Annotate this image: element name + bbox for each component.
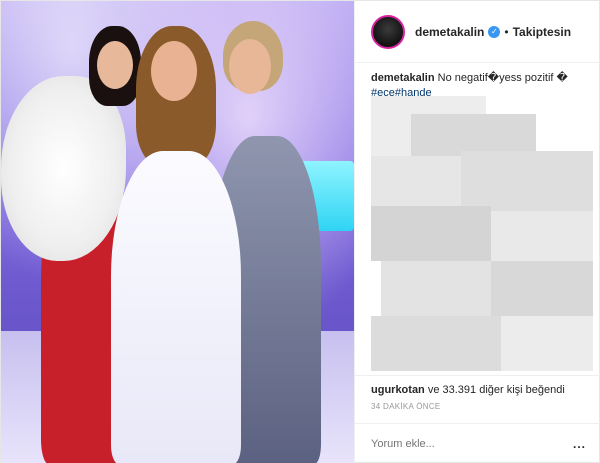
- avatar[interactable]: [371, 14, 405, 49]
- blur-block: [501, 316, 593, 371]
- photo-person-right-face: [229, 39, 271, 94]
- photo-person-center-dress: [111, 151, 241, 463]
- comment-form: ...: [355, 423, 600, 463]
- blur-block: [461, 151, 593, 211]
- post-timestamp: 34 DAKİKA ÖNCE: [371, 402, 441, 411]
- blur-block: [491, 261, 593, 316]
- header-username[interactable]: demetakalin: [415, 25, 484, 39]
- verified-badge-icon: ✓: [488, 25, 501, 38]
- post-photo[interactable]: [1, 1, 354, 463]
- photo-person-left-face: [97, 41, 133, 89]
- likes-username[interactable]: ugurkotan: [371, 384, 425, 396]
- blurred-comments: [371, 96, 593, 371]
- post-sidebar: demetakalin ✓ • Takiptesin demetakalin N…: [354, 1, 600, 463]
- caption-username[interactable]: demetakalin: [371, 72, 435, 84]
- likes-count-text: ve 33.391 diğer kişi beğendi: [424, 384, 565, 396]
- blur-block: [491, 211, 593, 261]
- instagram-post: demetakalin ✓ • Takiptesin demetakalin N…: [0, 0, 600, 463]
- more-options-icon[interactable]: ...: [573, 437, 586, 451]
- blur-block: [381, 261, 491, 316]
- likes-line[interactable]: ugurkotan ve 33.391 diğer kişi beğendi: [371, 384, 586, 396]
- header-separator: •: [504, 24, 509, 39]
- photo-person-center-face: [151, 41, 197, 101]
- post-header: demetakalin ✓ • Takiptesin: [355, 1, 600, 63]
- follow-status-button[interactable]: Takiptesin: [513, 25, 571, 39]
- caption-text: No negatif�yess pozitif �: [437, 72, 568, 84]
- comment-input[interactable]: [371, 438, 573, 450]
- blur-block: [371, 316, 501, 371]
- blur-block: [371, 156, 461, 206]
- blur-block: [371, 206, 491, 261]
- post-meta: ugurkotan ve 33.391 diğer kişi beğendi 3…: [355, 375, 600, 411]
